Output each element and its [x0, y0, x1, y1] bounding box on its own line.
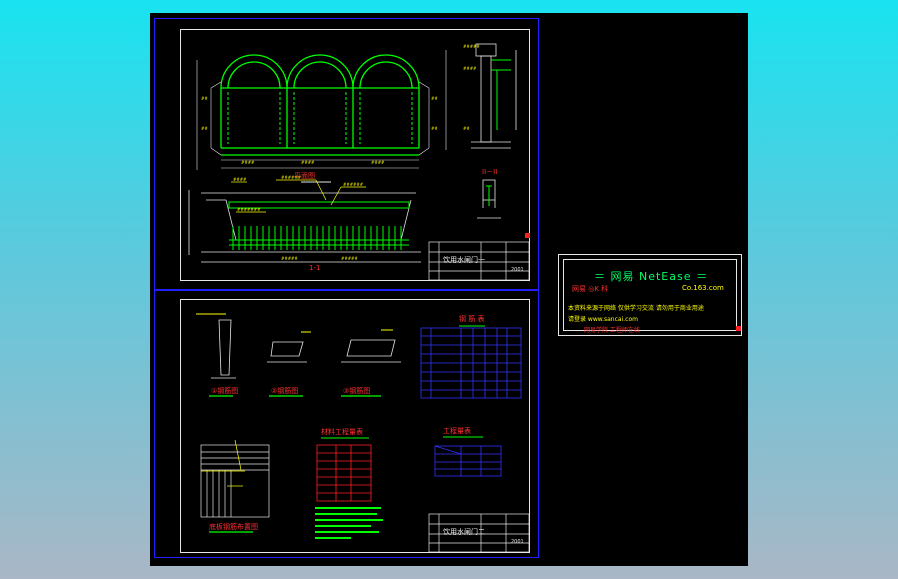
svg-text:##: ## — [201, 126, 208, 131]
svg-text:####: #### — [241, 160, 255, 165]
netease-line1-left: 网易 ◎K 科 — [572, 285, 609, 293]
svg-text:##: ## — [463, 126, 470, 131]
netease-line3: 请登录 www.sancai.com — [568, 316, 638, 323]
detail-4-label: 底板钢筋布置图 — [209, 523, 258, 531]
netease-line2: 本资料来源于网络 仅供学习交流 请勿用于商业用途 — [568, 305, 704, 312]
material-table-title: 材料工程量表 — [321, 428, 363, 436]
detail-2-label: ②钢筋图 — [271, 387, 299, 395]
detail-3-label: ③钢筋图 — [343, 387, 371, 395]
title-block-1-title: 饮用水闸门一 — [443, 256, 485, 264]
title-block-1-code: 2001 — [511, 267, 524, 273]
sheet-1-drawing: #### #### #### #### #### ########### ###… — [188, 43, 530, 281]
netease-title: ＝ 网易 NetEase ＝ — [594, 270, 708, 283]
sheet-2-drawing — [196, 313, 530, 553]
title-block-2-title: 饮用水闸门二 — [443, 528, 485, 536]
plan-view-label: 平面图 — [294, 172, 315, 180]
detail-section-label: II－II — [482, 168, 498, 176]
svg-text:#####: ##### — [463, 44, 480, 49]
drawing-sheet-1: #### #### #### ## ## ## ## ##### #### ##… — [154, 18, 539, 290]
svg-text:#####: ##### — [281, 256, 298, 261]
drawing-sheet-2: 钢 筋 表 材料工程量表 工程量表 ①钢筋图 ②钢筋图 ③钢筋图 底板钢筋布置图… — [154, 290, 539, 558]
sheet-1-border: #### #### #### ## ## ## ## ##### #### ##… — [180, 29, 530, 281]
svg-text:####: #### — [233, 177, 247, 182]
netease-watermark-block: ＝ 网易 NetEase ＝ 网易 ◎K 科 Co.163.com 本资料来源于… — [558, 254, 742, 336]
svg-text:##: ## — [431, 96, 438, 101]
netease-inner-frame: ＝ 网易 NetEase ＝ 网易 ◎K 科 Co.163.com 本资料来源于… — [563, 259, 737, 334]
section-view-label: 1-1 — [309, 264, 321, 272]
svg-text:#######: ####### — [237, 207, 261, 212]
quantity-table-title: 工程量表 — [443, 427, 471, 435]
rebar-table-title: 钢 筋 表 — [459, 315, 485, 323]
netease-line4: 网易学院 工程师在线 — [584, 327, 640, 334]
svg-text:##: ## — [201, 96, 208, 101]
netease-line1-right: Co.163.com — [682, 284, 724, 292]
svg-text:#####: ##### — [341, 256, 358, 261]
svg-text:##: ## — [431, 126, 438, 131]
grip-marker-2[interactable] — [736, 326, 741, 331]
sheet-2-border: 钢 筋 表 材料工程量表 工程量表 ①钢筋图 ②钢筋图 ③钢筋图 底板钢筋布置图… — [180, 299, 530, 553]
svg-text:####: #### — [463, 66, 477, 71]
svg-text:######: ###### — [343, 182, 364, 187]
grip-marker[interactable] — [525, 233, 530, 238]
title-block-2-code: 2001 — [511, 539, 524, 545]
svg-text:####: #### — [371, 160, 385, 165]
svg-text:####: #### — [301, 160, 315, 165]
detail-1-label: ①钢筋图 — [211, 387, 239, 395]
